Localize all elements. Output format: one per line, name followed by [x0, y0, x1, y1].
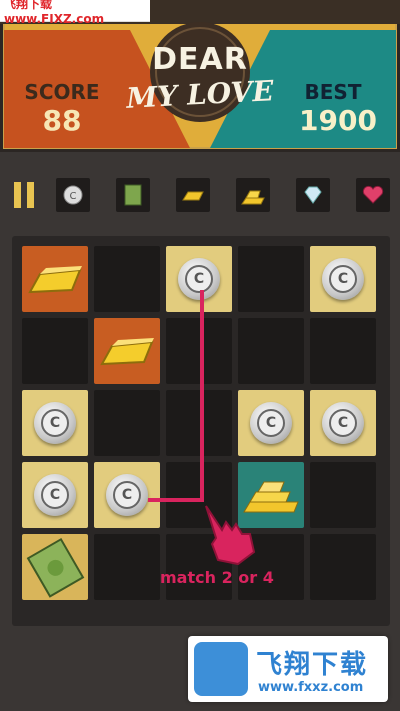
board-cell-empty[interactable] — [310, 534, 376, 600]
board-cell-empty[interactable] — [310, 462, 376, 528]
board-cell-empty[interactable] — [22, 318, 88, 384]
coin-letter: C — [329, 265, 357, 293]
board-cell-coin[interactable]: C — [94, 462, 160, 528]
coin-letter: C — [329, 409, 357, 437]
item-slot-diamond — [296, 178, 330, 212]
score-label: SCORE — [24, 80, 100, 104]
board-cell-empty[interactable] — [166, 390, 232, 456]
score-value: 88 — [42, 104, 82, 137]
cash-stack-icon — [26, 537, 85, 598]
board-cell-empty[interactable] — [238, 318, 304, 384]
board-cell-empty[interactable] — [166, 318, 232, 384]
svg-text:C: C — [70, 191, 77, 202]
item-slot-gold-bar — [176, 178, 210, 212]
pause-button[interactable] — [14, 182, 36, 208]
item-slot-gold-bars — [236, 178, 270, 212]
coin-icon: C — [250, 402, 292, 444]
board-cell-empty[interactable] — [310, 318, 376, 384]
watermark-top: 飞翔下载 www.FIXZ.com — [0, 0, 150, 26]
item-slot-cash — [116, 178, 150, 212]
board-cell-coin[interactable]: C — [22, 390, 88, 456]
board-cell-empty[interactable] — [94, 534, 160, 600]
coin-icon: C — [106, 474, 148, 516]
gold-bar-icon — [28, 266, 82, 294]
heart-gem-icon — [362, 185, 384, 204]
brand-url: www.fxxz.com — [258, 680, 364, 695]
board-cell-coin[interactable]: C — [22, 462, 88, 528]
coin-icon: C — [34, 474, 76, 516]
coin-letter: C — [41, 409, 69, 437]
hand-pointer-icon — [205, 505, 256, 566]
board-cell-gold-bar[interactable] — [22, 246, 88, 312]
coin-icon: C — [322, 258, 364, 300]
pause-icon — [14, 182, 21, 208]
best-label: BEST — [304, 80, 362, 104]
gold-bars-icon — [241, 190, 265, 205]
coin-letter: C — [41, 481, 69, 509]
board-cell-empty[interactable] — [238, 246, 304, 312]
coin-icon: C — [322, 402, 364, 444]
title-dear: DEAR — [152, 42, 248, 77]
path-line-horizontal — [148, 498, 204, 502]
brand-name: 飞翔下载 — [256, 650, 369, 680]
item-slot-coin: C — [56, 178, 90, 212]
brand-watermark: 飞翔下载 www.fxxz.com — [188, 636, 388, 702]
coin-icon: C — [63, 185, 83, 205]
brand-logo-icon — [194, 642, 248, 696]
board-cell-coin[interactable]: C — [166, 246, 232, 312]
coin-letter: C — [113, 481, 141, 509]
pause-icon-bar — [27, 182, 34, 208]
coin-letter: C — [185, 265, 213, 293]
coin-icon: C — [178, 258, 220, 300]
board-cell-empty[interactable] — [94, 390, 160, 456]
board-cell-coin[interactable]: C — [238, 390, 304, 456]
board-cell-gold-bar[interactable] — [94, 318, 160, 384]
cash-stack-icon — [124, 184, 142, 206]
path-line-vertical — [200, 290, 204, 500]
board-cell-empty[interactable] — [94, 246, 160, 312]
item-slot-heart-gem — [356, 178, 390, 212]
diamond-icon — [304, 186, 322, 204]
best-value: 1900 — [299, 104, 377, 137]
hint-text: match 2 or 4 — [160, 568, 274, 587]
board-cell-coin[interactable]: C — [310, 390, 376, 456]
gold-bar-icon — [100, 338, 154, 366]
gold-bar-icon — [182, 191, 204, 201]
coin-icon: C — [34, 402, 76, 444]
board-cell-cash[interactable] — [22, 534, 88, 600]
board-cell-coin[interactable]: C — [310, 246, 376, 312]
coin-letter: C — [257, 409, 285, 437]
